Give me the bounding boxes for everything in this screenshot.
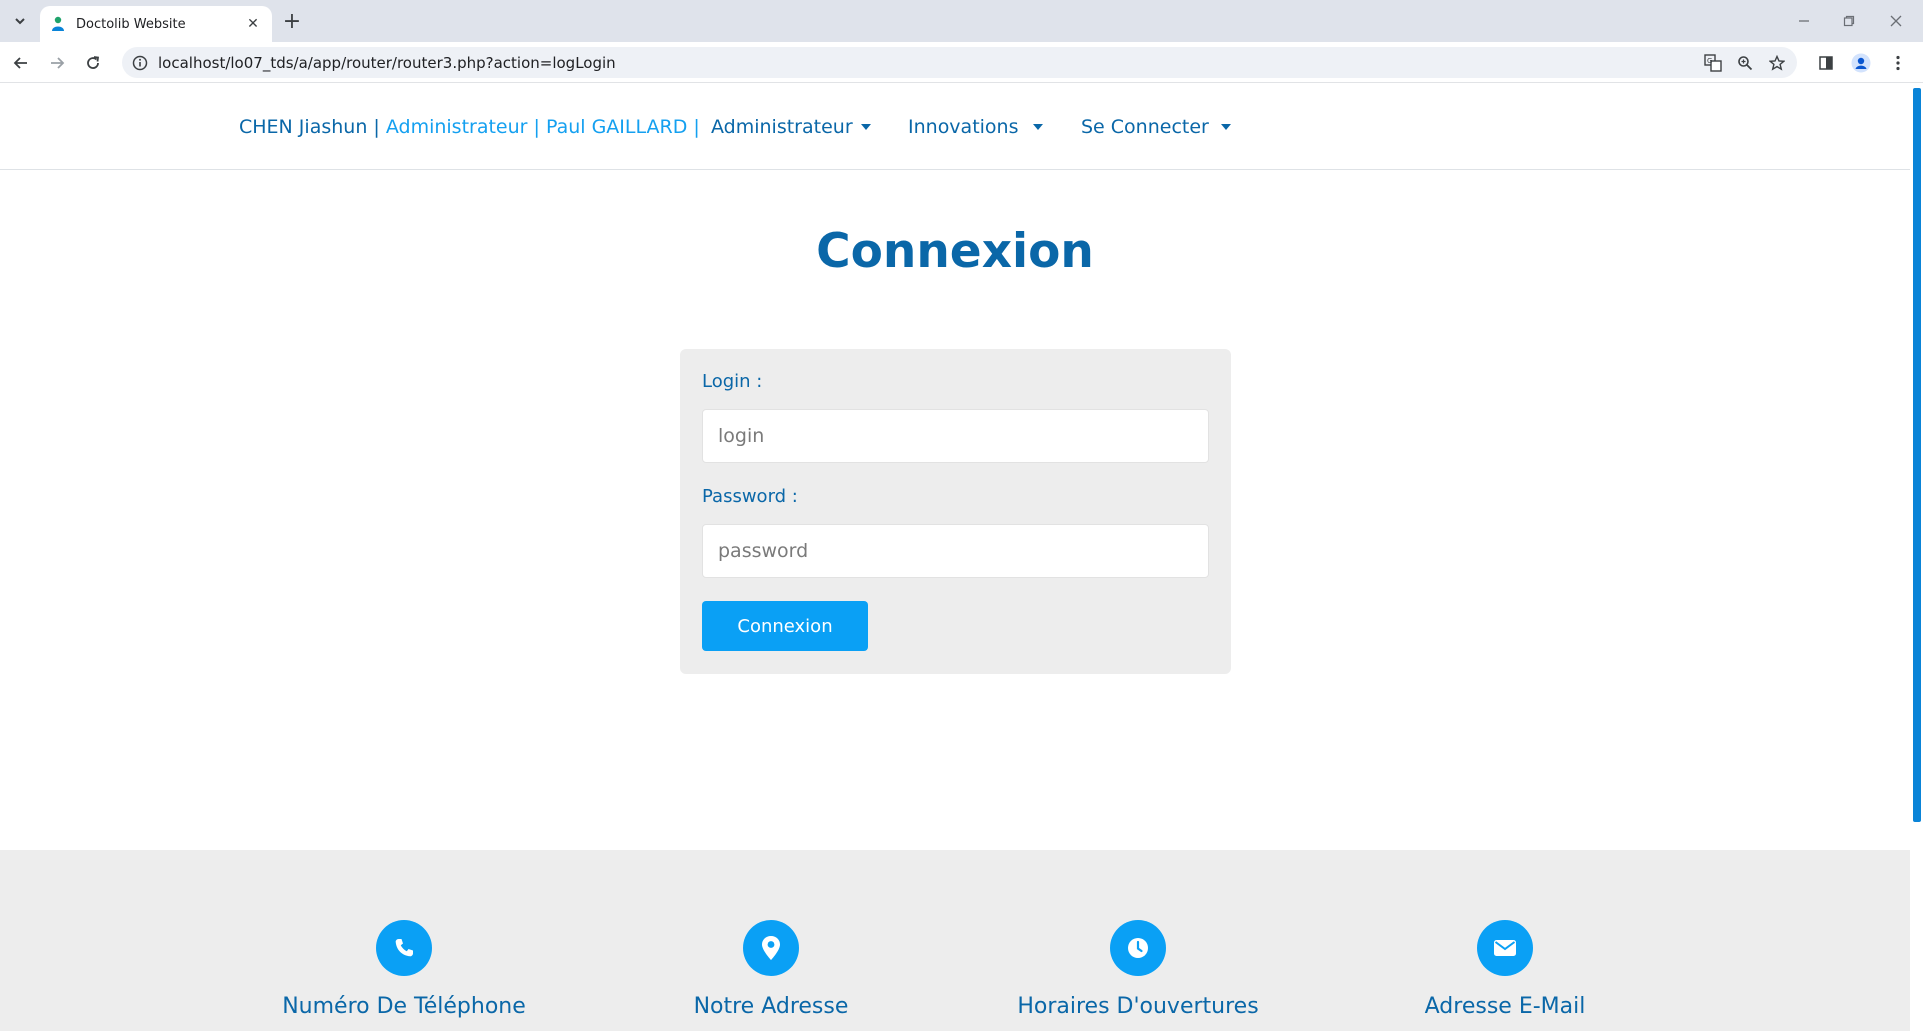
site-navbar: CHEN Jiashun | Administrateur | Paul GAI… <box>0 84 1910 170</box>
browser-tab[interactable]: Doctolib Website ✕ <box>40 6 272 42</box>
info-phone: Numéro De Téléphone <box>244 920 564 1019</box>
caret-down-icon <box>1220 124 1231 130</box>
login-input[interactable] <box>702 409 1209 463</box>
window-close-icon[interactable] <box>1885 10 1907 32</box>
menu-administrateur[interactable]: Administrateur <box>711 116 871 138</box>
contact-footer: Numéro De Téléphone Notre Adresse Horair… <box>0 850 1910 1031</box>
doctor-favicon-icon <box>50 16 66 32</box>
menu-innovations[interactable]: Innovations <box>908 116 1043 138</box>
forward-arrow-icon[interactable] <box>44 50 70 76</box>
navbar-brand[interactable]: CHEN Jiashun | Administrateur | Paul GAI… <box>239 116 700 138</box>
close-icon[interactable]: ✕ <box>244 15 262 33</box>
caret-down-icon <box>1032 124 1043 130</box>
info-label: Numéro De Téléphone <box>282 994 526 1019</box>
map-pin-icon <box>743 920 799 976</box>
password-label: Password : <box>702 486 798 507</box>
star-icon[interactable] <box>1766 52 1788 74</box>
page-title: Connexion <box>816 224 1094 279</box>
reload-icon[interactable] <box>80 50 106 76</box>
side-panel-icon[interactable] <box>1813 50 1839 76</box>
minimize-icon[interactable] <box>1793 10 1815 32</box>
info-label: Adresse E-Mail <box>1424 994 1586 1019</box>
zoom-icon[interactable] <box>1734 52 1756 74</box>
info-label: Horaires D'ouvertures <box>1017 994 1259 1019</box>
info-label: Notre Adresse <box>693 994 849 1019</box>
info-icon[interactable] <box>130 53 150 73</box>
restore-icon[interactable] <box>1838 10 1860 32</box>
phone-icon <box>376 920 432 976</box>
envelope-icon <box>1477 920 1533 976</box>
browser-tab-strip: Doctolib Website ✕ + <box>0 0 1923 42</box>
chevron-down-icon[interactable] <box>8 9 32 33</box>
login-label: Login : <box>702 371 763 392</box>
page-viewport: CHEN Jiashun | Administrateur | Paul GAI… <box>0 84 1910 1031</box>
clock-icon <box>1110 920 1166 976</box>
svg-text:G: G <box>1707 57 1712 65</box>
plus-icon[interactable]: + <box>280 10 304 34</box>
connexion-submit-button[interactable]: Connexion <box>702 601 868 651</box>
info-hours: Horaires D'ouvertures <box>978 920 1298 1019</box>
login-form: Login : Password : Connexion <box>680 349 1231 674</box>
address-bar[interactable]: localhost/lo07_tds/a/app/router/router3.… <box>122 47 1797 78</box>
menu-label: Innovations <box>908 116 1019 138</box>
brand-author: CHEN Jiashun | <box>239 116 380 138</box>
tab-title: Doctolib Website <box>76 16 186 32</box>
translate-icon[interactable]: G <box>1702 52 1724 74</box>
brand-user-role: Administrateur | Paul GAILLARD | <box>379 116 700 138</box>
menu-label: Administrateur <box>711 116 853 138</box>
info-address: Notre Adresse <box>611 920 931 1019</box>
browser-toolbar: localhost/lo07_tds/a/app/router/router3.… <box>0 42 1923 83</box>
url-text: localhost/lo07_tds/a/app/router/router3.… <box>158 54 616 72</box>
kebab-menu-icon[interactable] <box>1885 50 1911 76</box>
password-input[interactable] <box>702 524 1209 578</box>
menu-se-connecter[interactable]: Se Connecter <box>1081 116 1231 138</box>
back-arrow-icon[interactable] <box>8 50 34 76</box>
page-scrollbar[interactable] <box>1910 84 1923 1031</box>
caret-down-icon <box>860 124 871 130</box>
profile-icon[interactable] <box>1848 50 1874 76</box>
menu-label: Se Connecter <box>1081 116 1209 138</box>
scrollbar-thumb[interactable] <box>1913 88 1921 822</box>
info-email: Adresse E-Mail <box>1345 920 1665 1019</box>
